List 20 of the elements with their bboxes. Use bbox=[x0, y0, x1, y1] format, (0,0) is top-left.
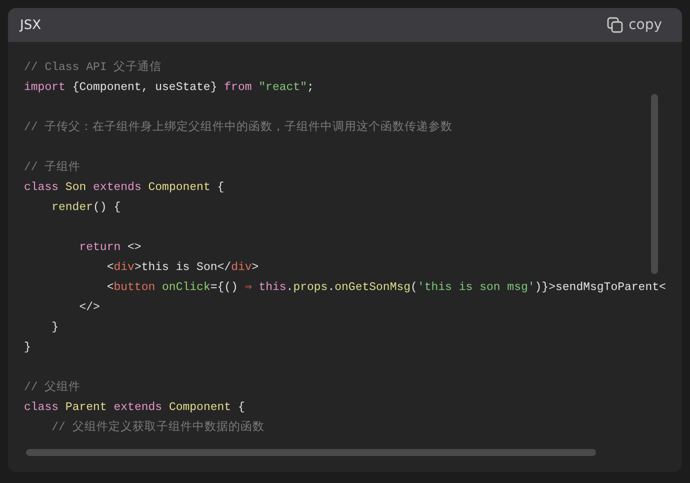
code-line: // 父组件 bbox=[24, 380, 81, 396]
copy-icon bbox=[606, 17, 623, 33]
code-line: import {Component, useState} from "react"; bbox=[24, 80, 314, 96]
code-line: // 子传父：在子组件身上绑定父组件中的函数，子组件中调用这个函数传递参数 bbox=[24, 119, 453, 136]
code-line: render() { bbox=[50, 200, 121, 216]
code-line: <div>this is Son</div> bbox=[106, 260, 259, 276]
code-line: // 子组件 bbox=[24, 160, 81, 176]
code-line: class Son extends Component { bbox=[24, 180, 224, 196]
vertical-scrollbar[interactable] bbox=[651, 94, 658, 274]
code-line: } bbox=[24, 340, 31, 356]
copy-button[interactable]: copy bbox=[602, 15, 666, 35]
language-label: JSX bbox=[20, 18, 41, 32]
code-line: // 父组件定义获取子组件中数据的函数 bbox=[50, 419, 264, 436]
code-line: // Class API 父子通信 bbox=[24, 60, 162, 76]
code-line: </> bbox=[78, 300, 100, 316]
code-line: <button onClick={() ⇒ this.props.onGetSonMsg('this is son msg')}>sendMsgToParent< bbox=[106, 280, 666, 296]
horizontal-scrollbar[interactable] bbox=[26, 449, 596, 456]
code-line: } bbox=[50, 320, 59, 336]
code-line: return <> bbox=[78, 240, 142, 256]
code-line: class Parent extends Component { bbox=[24, 400, 245, 416]
